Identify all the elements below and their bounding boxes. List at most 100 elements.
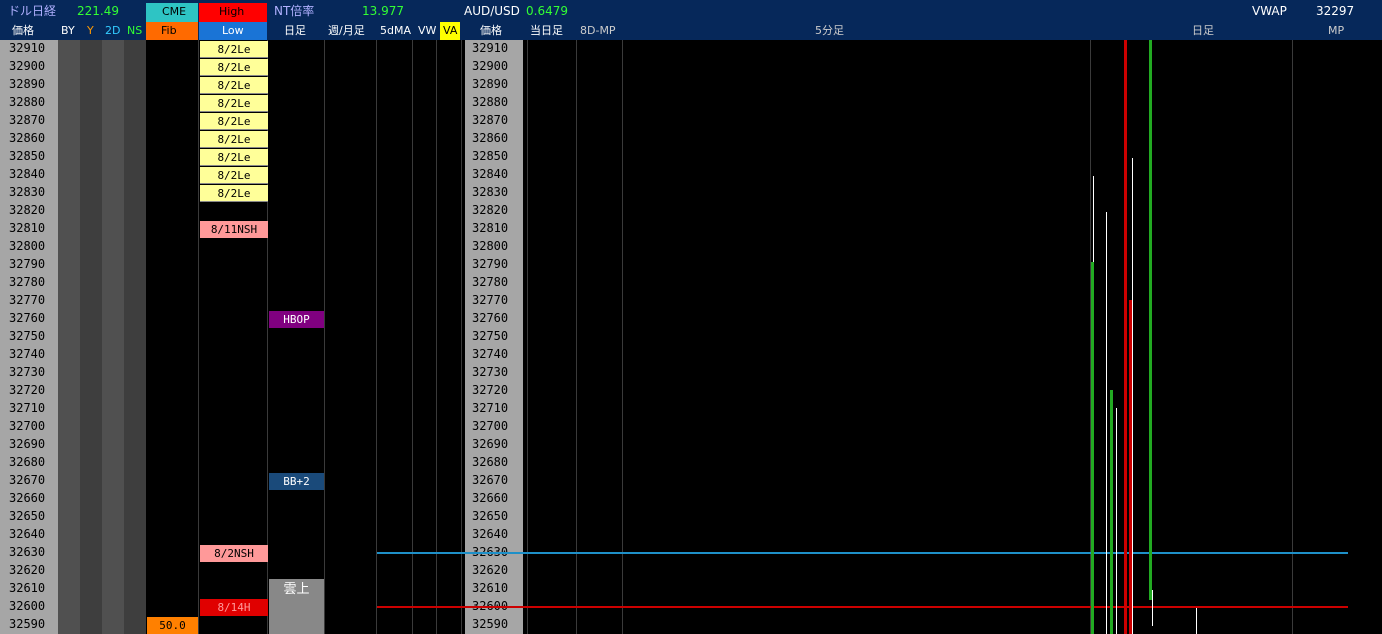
- 8dmp-col-header: 8D-MP: [580, 24, 616, 37]
- price-label: 32740: [472, 347, 509, 361]
- h-814-mark: 8/14H: [200, 599, 268, 616]
- price-label: 32780: [472, 275, 509, 289]
- price-label: 32720: [9, 383, 46, 397]
- ns-col-header[interactable]: NS: [127, 22, 142, 40]
- price-label: 32670: [472, 473, 509, 487]
- price-label: 32830: [472, 185, 509, 199]
- price-label: 32770: [472, 293, 509, 307]
- price-label: 32720: [472, 383, 509, 397]
- white-bar-6: [1196, 608, 1197, 634]
- vw-col-header: VW: [418, 24, 437, 37]
- daily2-col-header: 日足: [1192, 24, 1214, 37]
- today-col-header: 当日足: [530, 24, 563, 37]
- price-label: 32840: [472, 167, 509, 181]
- price-label: 32810: [9, 221, 46, 235]
- le-mark: 8/2Le: [200, 185, 268, 202]
- 2d-col-header[interactable]: 2D: [105, 22, 120, 40]
- by-column: [58, 40, 80, 634]
- le-mark: 8/2Le: [200, 59, 268, 76]
- price-label: 32590: [472, 617, 509, 631]
- fib-column: [146, 40, 198, 634]
- ns-column: [124, 40, 146, 634]
- audusd-label: AUD/USD: [464, 4, 520, 18]
- audusd-value: 0.6479: [526, 4, 568, 18]
- price-label: 32640: [9, 527, 46, 541]
- le-mark: 8/2Le: [200, 41, 268, 58]
- nt-value: 13.977: [362, 4, 404, 18]
- price-label: 32730: [472, 365, 509, 379]
- price-label: 32730: [9, 365, 46, 379]
- top-header: ドル日経 221.49 CME High NT倍率 13.977 AUD/USD…: [0, 0, 1382, 22]
- price-label: 32690: [472, 437, 509, 451]
- white-bar-2: [1106, 212, 1107, 634]
- price-label: 32770: [9, 293, 46, 307]
- price-col-header: 価格: [12, 24, 34, 37]
- price-label: 32690: [9, 437, 46, 451]
- price-label: 32860: [9, 131, 46, 145]
- price-label: 32820: [9, 203, 46, 217]
- le-mark: 8/2Le: [200, 149, 268, 166]
- va-label: VA: [443, 24, 458, 37]
- price-label: 32910: [472, 41, 509, 55]
- y-col-header[interactable]: Y: [87, 22, 94, 40]
- price-label: 32790: [472, 257, 509, 271]
- vwap-label: VWAP: [1252, 4, 1287, 18]
- price-label: 32680: [472, 455, 509, 469]
- high-label: High: [219, 5, 245, 18]
- price-label: 32780: [9, 275, 46, 289]
- white-bar-3: [1116, 408, 1117, 634]
- y-column: [80, 40, 102, 634]
- price-label: 32610: [472, 581, 509, 595]
- price-label: 32630: [9, 545, 46, 559]
- price-label: 32670: [9, 473, 46, 487]
- price-label: 32750: [472, 329, 509, 343]
- white-bar-4: [1132, 158, 1133, 634]
- 5min-col-header: 5分足: [815, 24, 844, 37]
- price-label: 32910: [9, 41, 46, 55]
- column-header: 価格 BY Y 2D NS Fib Low 日足 週/月足 5dMA VW VA…: [0, 22, 1382, 40]
- green-bar-3: [1149, 40, 1152, 600]
- cloud-top-mark: 雲上: [283, 582, 310, 597]
- nsh-811-mark: 8/11NSH: [200, 221, 268, 238]
- le-mark: 8/2Le: [200, 113, 268, 130]
- green-bar-2: [1110, 390, 1113, 634]
- red-level-line: [377, 606, 1348, 608]
- price-label: 32850: [9, 149, 46, 163]
- le-mark: 8/2Le: [200, 77, 268, 94]
- price-label: 32700: [9, 419, 46, 433]
- le-mark: 8/2Le: [200, 131, 268, 148]
- price-label: 32830: [9, 185, 46, 199]
- nt-label: NT倍率: [274, 4, 315, 18]
- price2-col-header: 価格: [480, 24, 502, 37]
- by-col-header[interactable]: BY: [61, 22, 75, 40]
- dollar-nikkei-label: ドル日経: [8, 4, 57, 18]
- price-label: 32760: [472, 311, 509, 325]
- price-label: 32660: [472, 491, 509, 505]
- price-label: 32900: [472, 59, 509, 73]
- le-mark: 8/2Le: [200, 95, 268, 112]
- price-label: 32610: [9, 581, 46, 595]
- 5dma-col-header: 5dMA: [380, 24, 411, 37]
- price-label: 32650: [472, 509, 509, 523]
- price-label: 32650: [9, 509, 46, 523]
- price-label: 32660: [9, 491, 46, 505]
- price-label: 32710: [9, 401, 46, 415]
- price-label: 32890: [9, 77, 46, 91]
- green-bar-1: [1091, 262, 1094, 634]
- price-label: 32870: [9, 113, 46, 127]
- price-label: 32880: [9, 95, 46, 109]
- price-label: 32820: [472, 203, 509, 217]
- daily-col-header: 日足: [284, 24, 306, 37]
- mp-col-header: MP: [1328, 24, 1345, 37]
- price-label: 32750: [9, 329, 46, 343]
- bb2-mark: BB+2: [269, 473, 324, 490]
- price-label: 32640: [472, 527, 509, 541]
- vwap-value: 32297: [1316, 4, 1355, 18]
- price-label: 32710: [472, 401, 509, 415]
- nsh-82-mark: 8/2NSH: [200, 545, 268, 562]
- price-label: 32870: [472, 113, 509, 127]
- fib-50-mark: 50.0: [147, 617, 198, 634]
- price-label: 32620: [472, 563, 509, 577]
- price-label: 32600: [9, 599, 46, 613]
- price-label: 32800: [9, 239, 46, 253]
